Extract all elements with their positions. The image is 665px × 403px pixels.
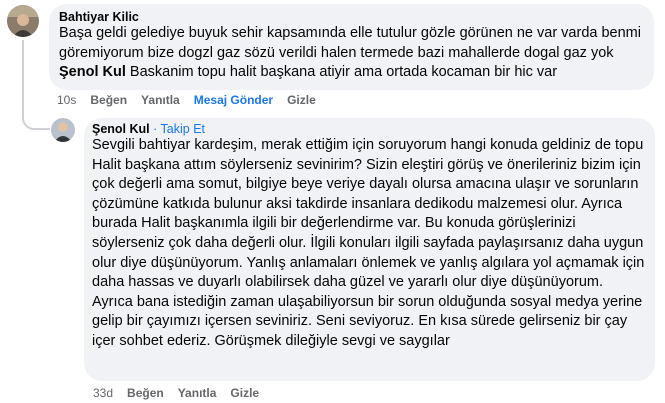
reply-separator: · — [149, 122, 161, 136]
follow-button[interactable]: Takip Et — [161, 122, 205, 136]
comment-timestamp[interactable]: 10s — [57, 93, 76, 107]
reply-reply-button[interactable]: Yanıtla — [178, 386, 217, 400]
reply-bubble: Şenol Kul · Takip Et Sevgili bahtiyar ka… — [84, 118, 655, 381]
hide-button[interactable]: Gizle — [287, 93, 316, 107]
avatar-photo — [7, 5, 39, 37]
reply-like-button[interactable]: Beğen — [127, 386, 164, 400]
like-button[interactable]: Beğen — [90, 93, 127, 107]
reply-hide-button[interactable]: Gizle — [230, 386, 259, 400]
avatar-photo — [51, 118, 75, 142]
avatar-bahtiyar-kilic[interactable] — [7, 5, 39, 37]
reply-timestamp[interactable]: 33d — [93, 386, 113, 400]
comment-actions: 10s Beğen Yanıtla Mesaj Gönder Gizle — [57, 93, 330, 107]
thread-connector — [22, 40, 50, 130]
comment-text-part1: Başa geldi geledi​ye buyuk sehir kapsamı… — [59, 25, 641, 61]
reply-actions: 33d Beğen Yanıtla Gizle — [93, 386, 273, 400]
comment-text-part2: Baskanim topu halit başkana atiyir ama o… — [125, 64, 558, 81]
reply-header: Şenol Kul · Takip Et — [92, 122, 645, 136]
reply-text: Sevgili bahtiyar kardeşim, merak ettiğim… — [92, 137, 645, 349]
mention-link[interactable]: Şenol Kul — [59, 64, 126, 80]
avatar-senol-kul[interactable] — [51, 118, 75, 142]
reply-button[interactable]: Yanıtla — [141, 93, 180, 107]
comment-text: Başa geldi geledi​ye buyuk sehir kapsamı… — [59, 24, 642, 83]
send-message-button[interactable]: Mesaj Gönder — [194, 93, 273, 107]
comment-author[interactable]: Bahtiyar Kilic — [59, 10, 642, 24]
comment-bubble: Bahtiyar Kilic Başa geldi geledi​ye buyu… — [49, 4, 654, 90]
reply-author[interactable]: Şenol Kul — [92, 122, 150, 136]
